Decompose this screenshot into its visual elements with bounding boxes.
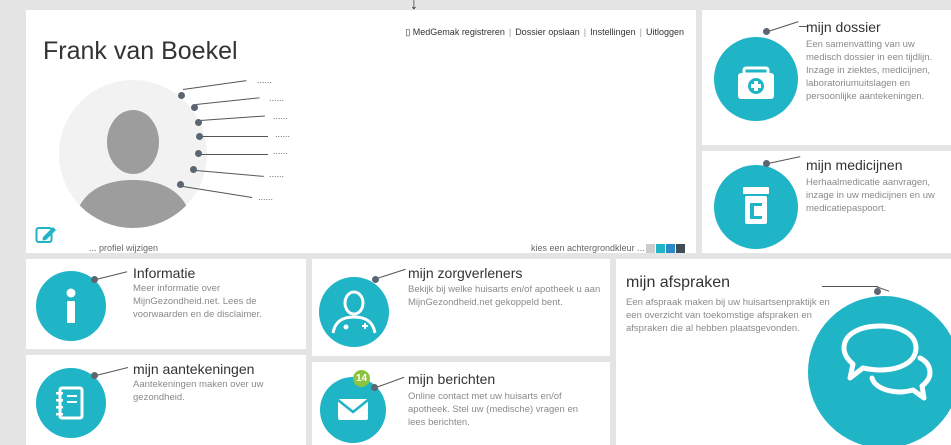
profile-field-connector <box>195 97 260 105</box>
dossier-tile[interactable]: mijn dossier Een samenvatting van uw med… <box>702 10 951 145</box>
profile-field-value: ...... <box>273 146 289 156</box>
bg-swatch-teal[interactable] <box>656 244 665 253</box>
medicijnen-connector-dot <box>763 160 770 167</box>
top-menu: ▯ MedGemak registreren | Dossier opslaan | I… <box>405 27 684 38</box>
profile-field-value: ...... <box>258 192 274 202</box>
afspraken-connector <box>822 286 878 287</box>
informatie-connector-dot <box>91 276 98 283</box>
edit-profile-icon[interactable] <box>35 224 57 244</box>
background-color-label: kies een achtergrondkleur ... <box>531 243 645 253</box>
medicijnen-connector <box>767 156 801 164</box>
profile-field-connector <box>195 170 264 177</box>
medicijnen-tile[interactable]: mijn medicijnen Herhaalmedicatie aanvrag… <box>702 151 951 253</box>
menu-separator: | <box>583 27 587 37</box>
profile-field-value: ...... <box>257 75 273 85</box>
menu-separator: | <box>639 27 642 37</box>
dossier-title: mijn dossier <box>806 19 881 35</box>
aantekeningen-tile[interactable]: mijn aantekeningen Aantekeningen maken o… <box>26 355 306 445</box>
berichten-connector-dot <box>371 384 378 391</box>
dossier-description: Een samenvatting van uw medisch dossier … <box>806 39 933 102</box>
bg-swatch-gray[interactable] <box>646 244 655 253</box>
zorgverleners-description: Bekijk bij welke huisarts en/of apotheek… <box>408 284 601 308</box>
profile-field-dot <box>195 150 202 157</box>
berichten-title: mijn berichten <box>408 371 496 387</box>
avatar <box>59 80 207 228</box>
profile-field-connector <box>202 136 268 137</box>
medgemak-register-link[interactable]: ▯ MedGemak registreren <box>405 27 505 37</box>
berichten-description: Online contact met uw huisarts en/of apo… <box>408 391 579 428</box>
dossier-connector <box>767 21 799 32</box>
medicijnen-title: mijn medicijnen <box>806 157 903 173</box>
profile-field-dot <box>191 104 198 111</box>
afspraken-tile[interactable]: mijn afspraken Een afspraak maken bij uw… <box>616 259 951 445</box>
afspraken-title: mijn afspraken <box>626 274 731 291</box>
dossier-connector-dot <box>763 28 770 35</box>
profile-name: Frank van Boekel <box>43 37 238 65</box>
afspraken-icon-circle <box>808 296 951 445</box>
profile-field-dot <box>178 92 185 99</box>
settings-link[interactable]: Instellingen <box>590 27 636 37</box>
profile-field-value: ...... <box>269 169 285 179</box>
profile-field-connector <box>201 154 268 155</box>
bg-swatch-blue[interactable] <box>666 244 675 253</box>
chat-bubbles-icon <box>841 323 933 401</box>
aantekeningen-connector-dot <box>91 372 98 379</box>
zorgverleners-connector-dot <box>372 276 379 283</box>
save-dossier-link[interactable]: Dossier opslaan <box>515 27 580 37</box>
profile-field-dot <box>196 133 203 140</box>
profile-field-value: ...... <box>275 129 291 139</box>
informatie-title: Informatie <box>133 265 196 281</box>
profile-field-value: ...... <box>269 93 285 103</box>
zorgverleners-title: mijn zorgverleners <box>408 265 523 281</box>
afspraken-connector-dot <box>874 288 881 295</box>
medicijnen-icon-circle <box>714 165 798 249</box>
pill-bottle-icon <box>743 187 769 224</box>
unread-messages-badge: 14 <box>353 370 370 387</box>
medicijnen-description: Herhaalmedicatie aanvragen, inzage in uw… <box>806 177 935 214</box>
medical-kit-icon <box>738 66 774 99</box>
profile-field-value: ...... <box>273 111 289 121</box>
aantekeningen-title: mijn aantekeningen <box>133 361 255 377</box>
dossier-icon-circle <box>714 37 798 121</box>
profile-field-dot <box>195 119 202 126</box>
bg-swatch-dark[interactable] <box>676 244 685 253</box>
profile-field-dot <box>177 181 184 188</box>
profile-field-dot <box>190 166 197 173</box>
profile-tile: ▯ MedGemak registreren | Dossier opslaan | I… <box>26 10 696 253</box>
profile-field-connector <box>182 80 247 90</box>
zorgverleners-connector <box>376 268 406 279</box>
informatie-tile[interactable]: Informatie Meer informatie over MijnGezo… <box>26 259 306 349</box>
informatie-description: Meer informatie over MijnGezondheid.net.… <box>133 283 262 320</box>
zorgverleners-icon-circle <box>319 277 389 347</box>
menu-separator: | <box>508 27 512 37</box>
doctor-icon <box>331 290 377 334</box>
zorgverleners-tile[interactable]: mijn zorgverleners Bekijk bij welke huis… <box>312 259 610 356</box>
edit-profile-link[interactable]: ... profiel wijzigen <box>89 243 158 253</box>
aantekeningen-description: Aantekeningen maken over uw gezondheid. <box>133 379 264 403</box>
afspraken-description: Een afspraak maken bij uw huisartsenprak… <box>626 297 830 334</box>
profile-field-connector <box>199 115 265 121</box>
logout-link[interactable]: Uitloggen <box>646 27 684 37</box>
